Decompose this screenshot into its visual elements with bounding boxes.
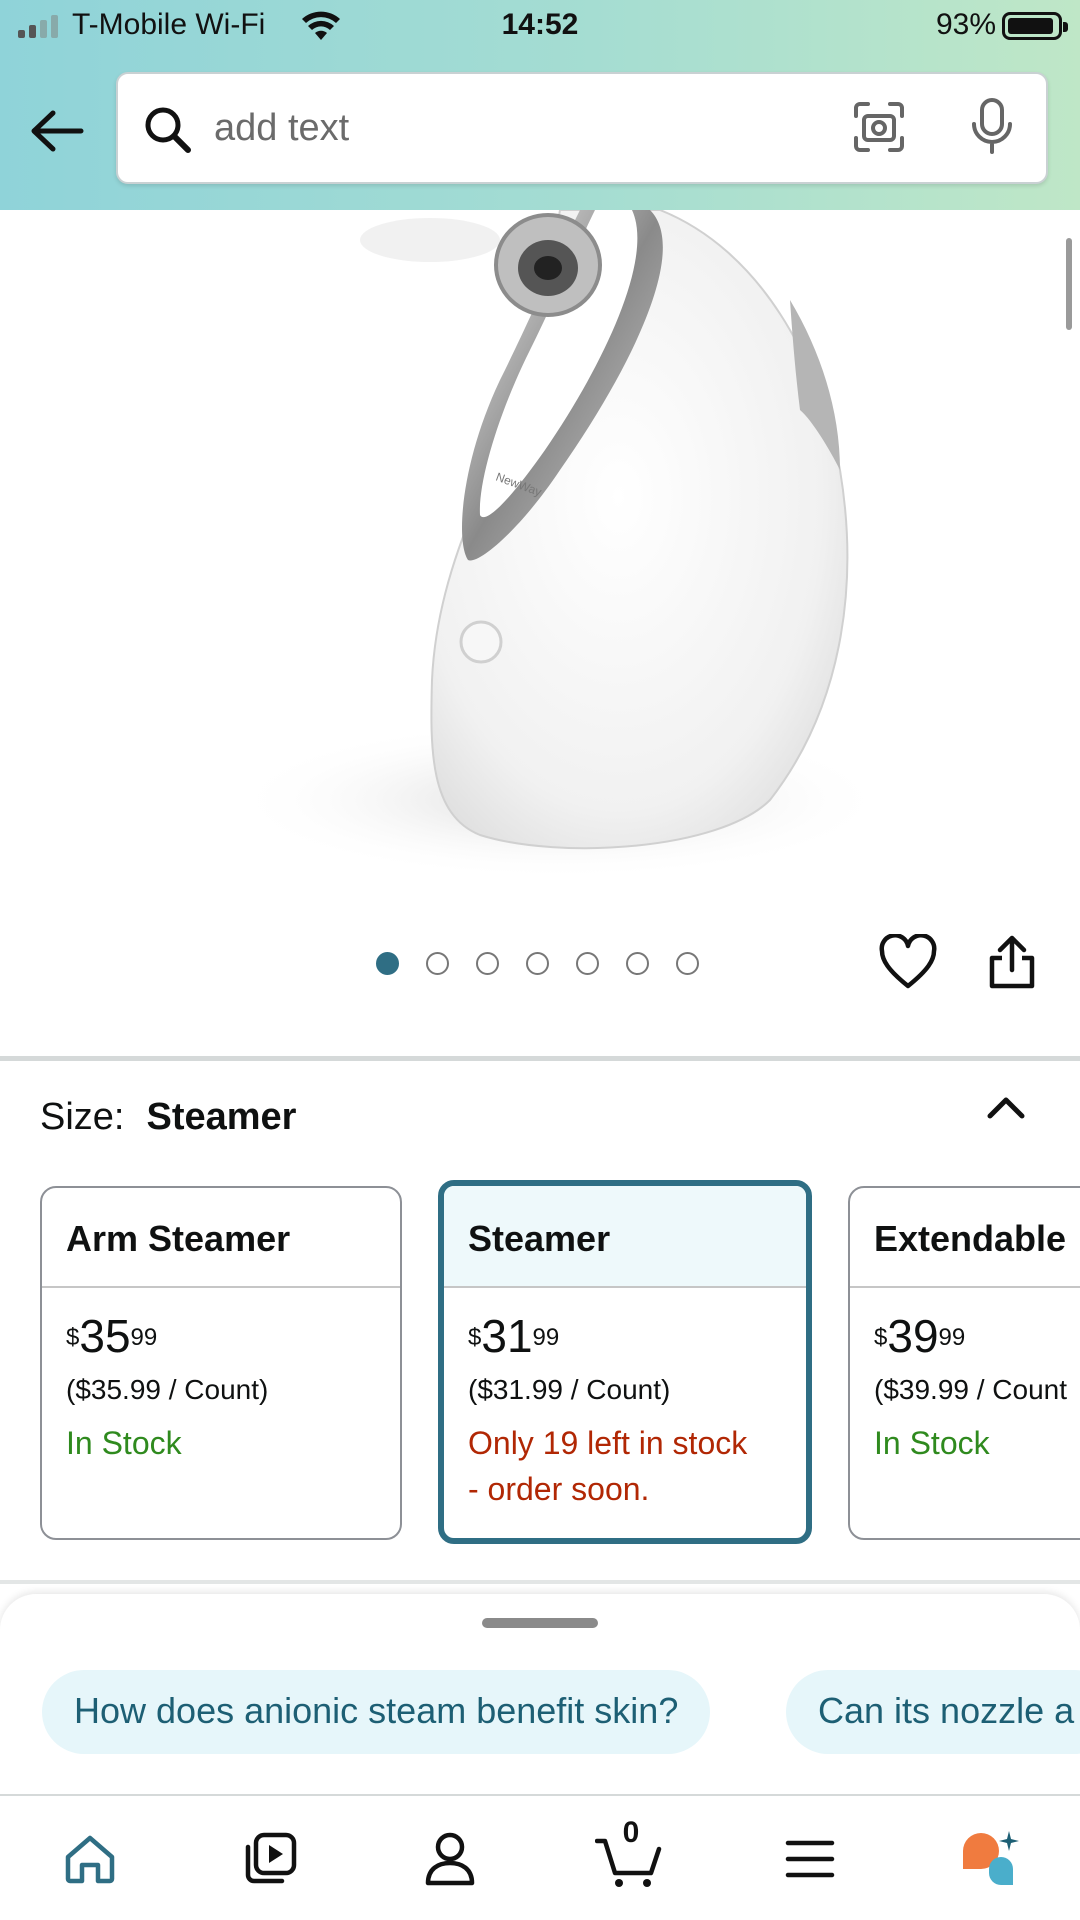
battery-percent: 93% (935, 8, 996, 41)
header: T-Mobile Wi-Fi 14:52 93% (0, 0, 1080, 210)
option-unit-price: ($35.99 / Count) (66, 1374, 269, 1405)
search-icon (145, 107, 191, 153)
nav-video[interactable] (235, 1824, 305, 1894)
heart-icon[interactable] (878, 934, 938, 990)
chevron-up-icon[interactable] (984, 1090, 1028, 1126)
status-bar: T-Mobile Wi-Fi 14:52 93% (0, 0, 1080, 60)
option-price: $3599 (66, 1310, 158, 1362)
rufus-icon (963, 1831, 1019, 1885)
bottom-nav: 0 (0, 1794, 1080, 1920)
arrow-left-icon (31, 110, 84, 152)
size-option-steamer[interactable]: Steamer $3199 ($31.99 / Count) Only 19 l… (438, 1180, 812, 1544)
pager-dot[interactable] (626, 952, 649, 975)
nav-account[interactable] (415, 1824, 485, 1894)
scroll-indicator[interactable] (1066, 238, 1072, 330)
size-selector-header: Size: Steamer (40, 1096, 296, 1139)
pager-dot[interactable] (676, 952, 699, 975)
suggestion-chip[interactable]: How does anionic steam benefit skin? (42, 1670, 711, 1754)
share-icon[interactable] (986, 932, 1038, 992)
image-pager[interactable] (376, 952, 699, 975)
suggestion-chip[interactable]: Can its nozzle a (786, 1670, 1080, 1754)
section-divider (0, 1580, 1080, 1584)
search-bar[interactable] (116, 72, 1048, 184)
pager-dot[interactable] (526, 952, 549, 975)
option-unit-price: ($39.99 / Count (874, 1374, 1068, 1405)
app-root: T-Mobile Wi-Fi 14:52 93% add text NewWay… (0, 0, 1080, 1920)
nav-cart[interactable]: 0 (595, 1816, 665, 1894)
pager-dot[interactable] (476, 952, 499, 975)
option-name: Arm Steamer (42, 1188, 400, 1288)
option-price: $3199 (468, 1310, 560, 1362)
size-option-arm-steamer[interactable]: Arm Steamer $3599 ($35.99 / Count) In St… (40, 1186, 402, 1540)
account-icon (425, 1832, 475, 1886)
option-name: Extendable (850, 1188, 1080, 1288)
pager-dot[interactable] (376, 952, 399, 975)
video-icon (245, 1832, 297, 1884)
nav-home[interactable] (55, 1824, 125, 1894)
size-option-extendable[interactable]: Extendable $3999 ($39.99 / Count In Stoc… (848, 1186, 1080, 1540)
stock-status: In Stock (66, 1425, 182, 1461)
search-input[interactable] (214, 98, 814, 158)
back-button[interactable] (22, 96, 92, 166)
pager-dot[interactable] (576, 952, 599, 975)
clock: 14:52 (501, 8, 579, 41)
selected-size: Steamer (146, 1096, 297, 1138)
facial-steamer-image: NewWay (230, 210, 890, 880)
option-unit-price: ($31.99 / Count) (468, 1374, 671, 1405)
battery-icon (1002, 12, 1068, 40)
cart-count: 0 (622, 1816, 640, 1849)
home-icon (65, 1835, 115, 1884)
menu-icon (785, 1840, 835, 1878)
option-price: $3999 (874, 1310, 966, 1362)
section-divider (0, 1056, 1080, 1061)
size-label: Size: (40, 1096, 125, 1138)
microphone-icon[interactable] (968, 96, 1016, 156)
option-name: Steamer (444, 1186, 806, 1288)
nav-rufus[interactable] (955, 1824, 1025, 1894)
stock-status: In Stock (874, 1425, 990, 1461)
suggestion-sheet: How does anionic steam benefit skin? Can… (0, 1594, 1080, 1794)
camera-search-icon[interactable] (852, 100, 906, 154)
product-image[interactable]: NewWay (0, 210, 1080, 900)
nav-menu[interactable] (775, 1824, 845, 1894)
stock-status: Only 19 left in stock - order soon. (468, 1425, 748, 1507)
pager-dot[interactable] (426, 952, 449, 975)
drag-handle[interactable] (482, 1618, 598, 1628)
